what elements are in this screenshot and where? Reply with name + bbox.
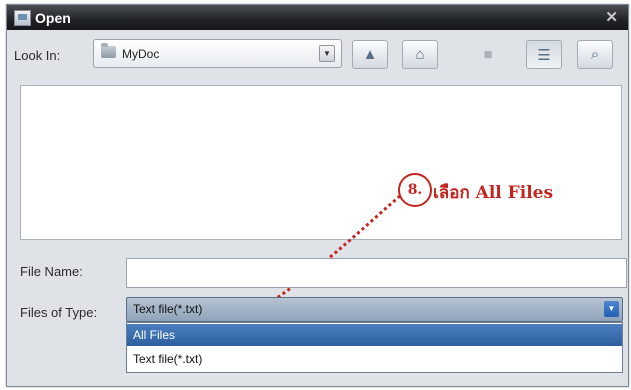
files-of-type-combobox[interactable]: Text file(*.txt) ▼ xyxy=(126,297,623,322)
up-folder-icon: ▲ xyxy=(362,46,378,63)
files-of-type-dropdown: All Files Text file(*.txt) xyxy=(126,322,623,373)
details-view-button[interactable]: ⌕ xyxy=(577,40,613,69)
up-one-level-button[interactable]: ▲ xyxy=(352,40,388,69)
chevron-down-icon[interactable]: ▼ xyxy=(604,301,619,317)
close-icon[interactable]: ✕ xyxy=(605,8,618,26)
files-of-type-label: Files of Type: xyxy=(20,305,98,320)
annotation-text: เลือก All Files xyxy=(433,183,554,203)
dropdown-option-text-file[interactable]: Text file(*.txt) xyxy=(127,348,622,370)
folder-icon xyxy=(101,43,116,58)
list-view-button[interactable]: ☰ xyxy=(526,40,562,69)
create-new-folder-button[interactable]: ■ xyxy=(470,40,506,69)
title-bar[interactable]: Open ✕ xyxy=(7,5,628,30)
home-button[interactable]: ⌂ xyxy=(402,40,438,69)
step-number-badge: 8. xyxy=(398,173,432,207)
home-icon: ⌂ xyxy=(415,46,425,63)
file-list[interactable] xyxy=(20,85,622,240)
window-icon xyxy=(14,10,31,26)
file-name-label: File Name: xyxy=(20,264,83,279)
new-folder-icon: ■ xyxy=(483,46,493,63)
window-title: Open xyxy=(35,10,71,26)
files-of-type-value: Text file(*.txt) xyxy=(133,302,203,316)
look-in-value: MyDoc xyxy=(122,47,160,61)
chevron-down-icon[interactable]: ▼ xyxy=(319,45,335,62)
details-icon: ⌕ xyxy=(590,46,600,63)
file-name-input[interactable] xyxy=(126,258,627,288)
look-in-combobox[interactable]: MyDoc ▼ xyxy=(93,39,342,68)
look-in-label: Look In: xyxy=(14,48,61,63)
list-icon: ☰ xyxy=(537,46,551,64)
dropdown-option-all-files[interactable]: All Files xyxy=(127,324,622,346)
